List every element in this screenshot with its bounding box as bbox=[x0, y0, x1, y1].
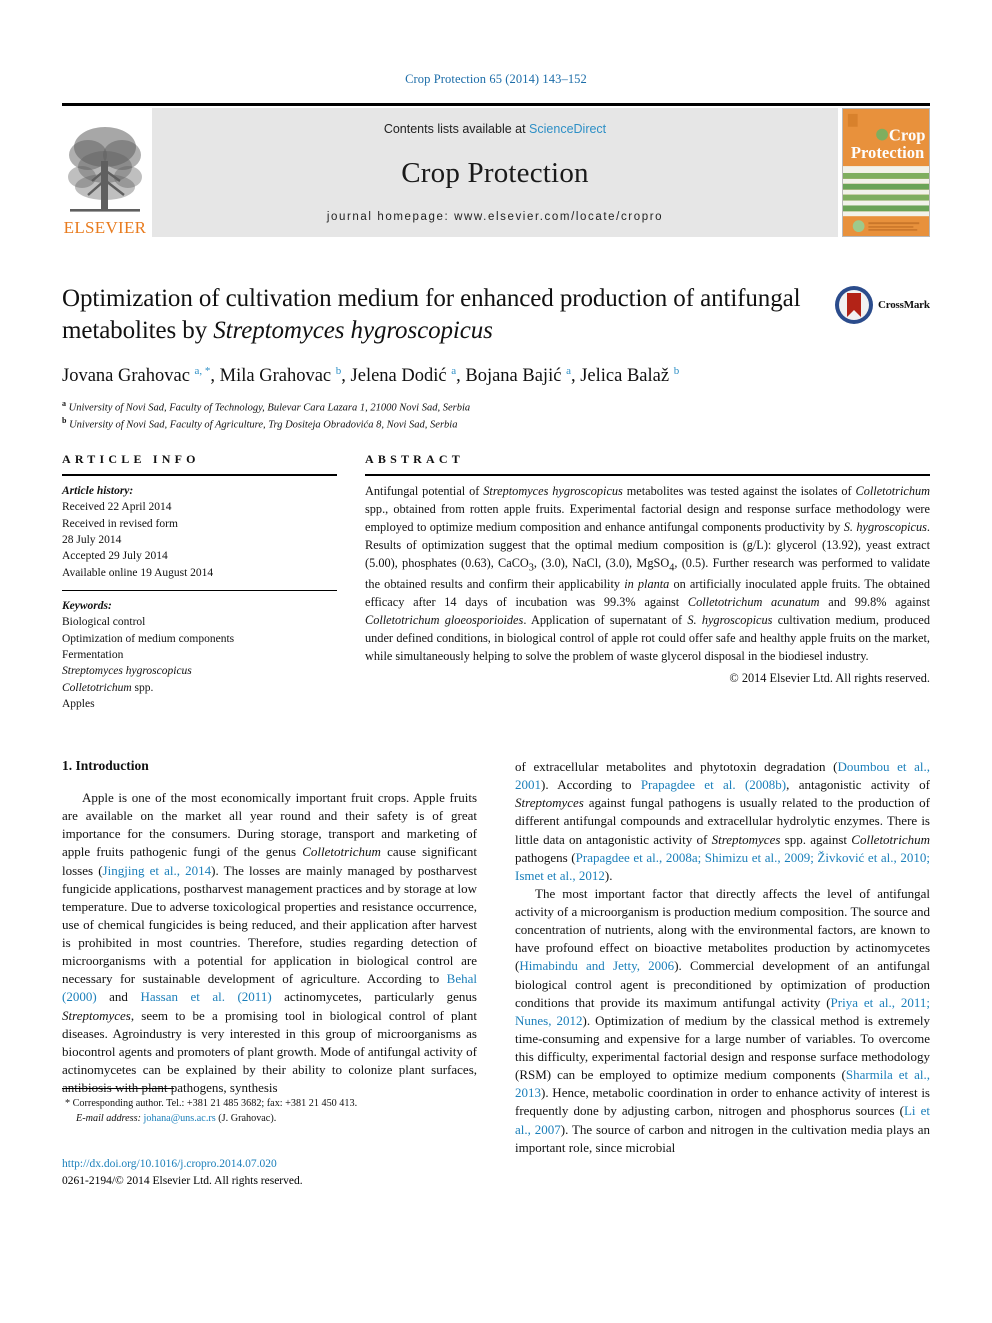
paper-page: Crop Protection 65 (2014) 143–152 ELSEVI… bbox=[0, 0, 992, 1323]
article-history-label: Article history: bbox=[62, 485, 134, 497]
crossmark-icon bbox=[835, 286, 873, 324]
article-info-rule-mid bbox=[62, 589, 337, 591]
paper-title-species: Streptomyces hygroscopicus bbox=[213, 316, 493, 344]
journal-homepage-link[interactable]: journal homepage: www.elsevier.com/locat… bbox=[327, 211, 663, 223]
crossmark-label: CrossMark bbox=[878, 299, 930, 311]
footnote-corresponding: * Corresponding author. Tel.: +381 21 48… bbox=[62, 1096, 477, 1111]
body-columns: 1. Introduction Apple is one of the most… bbox=[62, 758, 930, 1187]
introduction-heading: 1. Introduction bbox=[62, 758, 149, 773]
journal-cover-art: Crop Protection bbox=[843, 109, 929, 236]
footer-doi-block: http://dx.doi.org/10.1016/j.cropro.2014.… bbox=[62, 1156, 492, 1189]
abstract-body: Antifungal potential of Streptomyces hyg… bbox=[365, 484, 930, 664]
intro-paragraph-left: Apple is one of the most economically im… bbox=[62, 790, 477, 1095]
author-email-link[interactable]: johana@uns.ac.rs bbox=[144, 1113, 216, 1124]
svg-text:Crop: Crop bbox=[889, 125, 926, 144]
abstract-heading: ABSTRACT bbox=[365, 452, 464, 466]
issn-copyright: 0261-2194/© 2014 Elsevier Ltd. All right… bbox=[62, 1174, 303, 1187]
sciencedirect-banner: Contents lists available at ScienceDirec… bbox=[152, 108, 838, 237]
title-block: Optimization of cultivation medium for e… bbox=[62, 283, 930, 433]
doi-link[interactable]: http://dx.doi.org/10.1016/j.cropro.2014.… bbox=[62, 1156, 492, 1173]
article-history-block: Article history: Received 22 April 2014 R… bbox=[62, 483, 337, 581]
info-abstract-region: ARTICLE INFO Article history: Received 2… bbox=[62, 452, 930, 712]
sciencedirect-link[interactable]: ScienceDirect bbox=[529, 122, 606, 136]
article-info-rule-top bbox=[62, 474, 337, 476]
elsevier-wordmark: ELSEVIER bbox=[63, 218, 147, 237]
contents-prefix: Contents lists available at bbox=[383, 122, 530, 136]
abstract-copyright: © 2014 Elsevier Ltd. All rights reserved… bbox=[729, 670, 930, 685]
keywords-block: Keywords: Biological control Optimization… bbox=[62, 598, 337, 712]
abstract-column: ABSTRACT Antifungal potential of Strepto… bbox=[365, 452, 930, 712]
corresponding-author-footnote: * Corresponding author. Tel.: +381 21 48… bbox=[62, 1088, 477, 1127]
crossmark-badge[interactable]: CrossMark bbox=[834, 283, 930, 327]
journal-masthead: ELSEVIER Contents lists available at Sci… bbox=[62, 103, 930, 237]
journal-cover-thumbnail: Crop Protection bbox=[842, 108, 930, 237]
paper-title: Optimization of cultivation medium for e… bbox=[62, 283, 852, 347]
footnote-corresponding-text: Corresponding author. Tel.: +381 21 485 … bbox=[72, 1098, 358, 1109]
article-info-heading: ARTICLE INFO bbox=[62, 452, 200, 466]
keywords-entries: Biological control Optimization of medium… bbox=[62, 616, 235, 710]
running-head: Crop Protection 65 (2014) 143–152 bbox=[405, 72, 587, 86]
journal-title: Crop Protection bbox=[401, 157, 589, 189]
article-info-column: ARTICLE INFO Article history: Received 2… bbox=[62, 452, 337, 712]
footnote-asterisk: * bbox=[65, 1098, 73, 1109]
right-column: of extracellular metabolites and phytoto… bbox=[515, 758, 930, 1157]
author-list: Jovana Grahovac a, *, Mila Grahovac b, J… bbox=[62, 364, 680, 386]
keywords-label: Keywords: bbox=[62, 599, 112, 612]
footnote-rule bbox=[62, 1088, 174, 1089]
intro-paragraph-right-2: The most important factor that directly … bbox=[515, 885, 931, 1155]
svg-text:Protection: Protection bbox=[851, 143, 925, 162]
affiliation-list: a University of Novi Sad, Faculty of Tec… bbox=[62, 398, 471, 431]
article-history-entries: Received 22 April 2014 Received in revise… bbox=[62, 501, 214, 579]
elsevier-logo: ELSEVIER bbox=[62, 108, 148, 237]
footnote-email-line: E-mail address: johana@uns.ac.rs (J. Gra… bbox=[62, 1111, 477, 1126]
contents-available-line: Contents lists available at ScienceDirec… bbox=[384, 122, 606, 136]
abstract-rule-top bbox=[365, 474, 930, 476]
left-column: 1. Introduction Apple is one of the most… bbox=[62, 758, 477, 1187]
intro-paragraph-right-1: of extracellular metabolites and phytoto… bbox=[515, 759, 931, 883]
email-address-label: E-mail address: bbox=[76, 1113, 141, 1125]
email-owner: (J. Grahovac). bbox=[218, 1113, 277, 1125]
elsevier-tree-icon bbox=[68, 127, 142, 212]
